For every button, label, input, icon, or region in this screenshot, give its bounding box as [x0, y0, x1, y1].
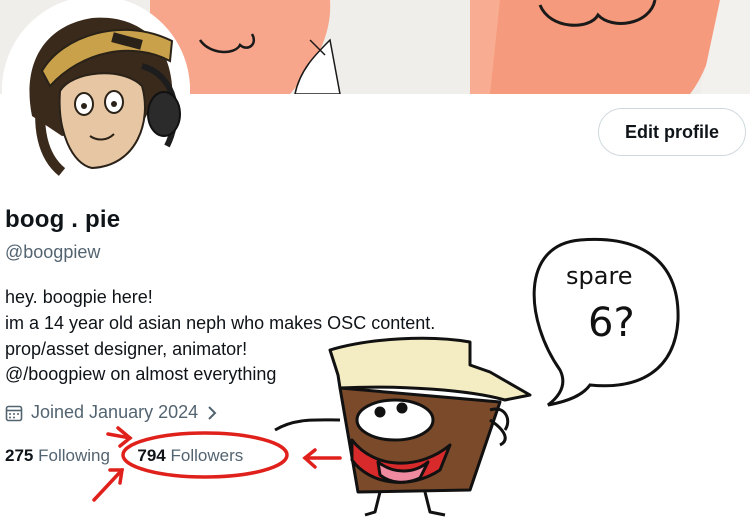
- followers-link[interactable]: 794 Followers: [137, 446, 243, 465]
- speech-text: 6?: [588, 300, 635, 346]
- joined-date[interactable]: Joined January 2024: [5, 402, 218, 423]
- bio-line: prop/asset designer, animator!: [5, 339, 248, 359]
- pie-character-drawing: [274, 336, 532, 517]
- followers-label: Followers: [170, 446, 244, 465]
- following-label: Following: [38, 446, 110, 465]
- avatar[interactable]: [2, 0, 190, 184]
- avatar-image: [2, 0, 190, 184]
- display-name: boog . pie: [5, 206, 121, 233]
- edit-profile-button[interactable]: Edit profile: [598, 108, 746, 156]
- bio-line: hey. boogpie here!: [5, 287, 153, 307]
- chevron-right-icon: [208, 405, 217, 420]
- following-link[interactable]: 275 Following: [5, 446, 110, 465]
- joined-label: Joined January 2024: [31, 402, 199, 422]
- following-count: 275: [5, 446, 34, 465]
- speech-text: spare: [566, 262, 633, 290]
- follow-stats: 275 Following 794 Followers: [5, 446, 243, 466]
- bio-line: @/boogpiew on almost everything: [5, 364, 277, 384]
- calendar-icon: [5, 405, 23, 421]
- followers-count: 794: [137, 446, 166, 465]
- speech-bubble: [532, 237, 680, 407]
- bio-line: im a 14 year old asian neph who makes OS…: [5, 313, 436, 333]
- username-handle: @boogpiew: [5, 242, 101, 262]
